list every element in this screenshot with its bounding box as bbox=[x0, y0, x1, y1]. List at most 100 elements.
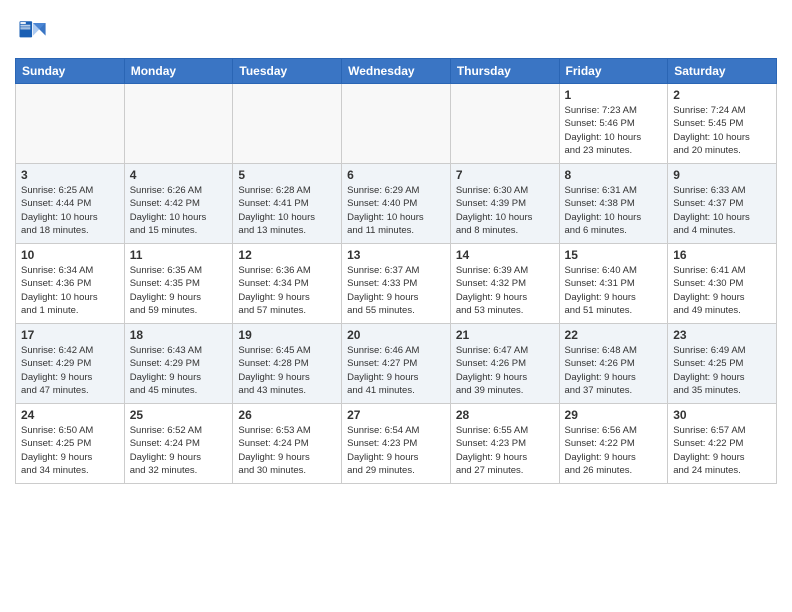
day-number: 8 bbox=[565, 168, 663, 182]
day-number: 15 bbox=[565, 248, 663, 262]
day-number: 13 bbox=[347, 248, 445, 262]
day-info: Sunrise: 6:37 AM Sunset: 4:33 PM Dayligh… bbox=[347, 264, 445, 317]
logo-icon bbox=[15, 14, 51, 50]
calendar-cell: 30 Sunrise: 6:57 AM Sunset: 4:22 PM Dayli… bbox=[668, 404, 777, 484]
day-info: Sunrise: 6:55 AM Sunset: 4:23 PM Dayligh… bbox=[456, 424, 554, 477]
calendar-week-5: 24 Sunrise: 6:50 AM Sunset: 4:25 PM Dayli… bbox=[16, 404, 777, 484]
day-number: 3 bbox=[21, 168, 119, 182]
calendar-cell: 23Sunrise: 6:49 AM Sunset: 4:25 PM Dayli… bbox=[668, 324, 777, 404]
day-info: Sunrise: 6:50 AM Sunset: 4:25 PM Dayligh… bbox=[21, 424, 119, 477]
day-info: Sunrise: 6:56 AM Sunset: 4:22 PM Dayligh… bbox=[565, 424, 663, 477]
day-number: 5 bbox=[238, 168, 336, 182]
day-number: 27 bbox=[347, 408, 445, 422]
day-info: Sunrise: 6:52 AM Sunset: 4:24 PM Dayligh… bbox=[130, 424, 228, 477]
calendar-cell: 26 Sunrise: 6:53 AM Sunset: 4:24 PM Dayli… bbox=[233, 404, 342, 484]
calendar-cell: 15Sunrise: 6:40 AM Sunset: 4:31 PM Dayli… bbox=[559, 244, 668, 324]
calendar-cell: 6 Sunrise: 6:29 AM Sunset: 4:40 PM Daylig… bbox=[342, 164, 451, 244]
day-info: Sunrise: 6:39 AM Sunset: 4:32 PM Dayligh… bbox=[456, 264, 554, 317]
day-number: 12 bbox=[238, 248, 336, 262]
calendar-week-2: 3 Sunrise: 6:25 AM Sunset: 4:44 PM Daylig… bbox=[16, 164, 777, 244]
day-number: 2 bbox=[673, 88, 771, 102]
day-header-thursday: Thursday bbox=[450, 59, 559, 84]
day-number: 24 bbox=[21, 408, 119, 422]
day-info: Sunrise: 6:57 AM Sunset: 4:22 PM Dayligh… bbox=[673, 424, 771, 477]
day-number: 21 bbox=[456, 328, 554, 342]
calendar-cell: 4 Sunrise: 6:26 AM Sunset: 4:42 PM Daylig… bbox=[124, 164, 233, 244]
day-number: 6 bbox=[347, 168, 445, 182]
day-info: Sunrise: 6:33 AM Sunset: 4:37 PM Dayligh… bbox=[673, 184, 771, 237]
calendar-week-4: 17 Sunrise: 6:42 AM Sunset: 4:29 PM Dayli… bbox=[16, 324, 777, 404]
day-info: Sunrise: 6:25 AM Sunset: 4:44 PM Dayligh… bbox=[21, 184, 119, 237]
day-header-wednesday: Wednesday bbox=[342, 59, 451, 84]
day-info: Sunrise: 6:48 AM Sunset: 4:26 PM Dayligh… bbox=[565, 344, 663, 397]
day-header-friday: Friday bbox=[559, 59, 668, 84]
day-number: 16 bbox=[673, 248, 771, 262]
calendar-cell: 5 Sunrise: 6:28 AM Sunset: 4:41 PM Daylig… bbox=[233, 164, 342, 244]
calendar-cell: 24 Sunrise: 6:50 AM Sunset: 4:25 PM Dayli… bbox=[16, 404, 125, 484]
day-info: Sunrise: 6:53 AM Sunset: 4:24 PM Dayligh… bbox=[238, 424, 336, 477]
calendar-cell: 29Sunrise: 6:56 AM Sunset: 4:22 PM Dayli… bbox=[559, 404, 668, 484]
day-number: 22 bbox=[565, 328, 663, 342]
day-header-tuesday: Tuesday bbox=[233, 59, 342, 84]
day-number: 26 bbox=[238, 408, 336, 422]
day-info: Sunrise: 6:43 AM Sunset: 4:29 PM Dayligh… bbox=[130, 344, 228, 397]
calendar-cell: 3 Sunrise: 6:25 AM Sunset: 4:44 PM Daylig… bbox=[16, 164, 125, 244]
day-info: Sunrise: 6:41 AM Sunset: 4:30 PM Dayligh… bbox=[673, 264, 771, 317]
calendar-cell bbox=[342, 84, 451, 164]
day-info: Sunrise: 7:24 AM Sunset: 5:45 PM Dayligh… bbox=[673, 104, 771, 157]
day-info: Sunrise: 6:36 AM Sunset: 4:34 PM Dayligh… bbox=[238, 264, 336, 317]
day-info: Sunrise: 6:30 AM Sunset: 4:39 PM Dayligh… bbox=[456, 184, 554, 237]
calendar-cell: 11Sunrise: 6:35 AM Sunset: 4:35 PM Dayli… bbox=[124, 244, 233, 324]
calendar-cell: 17 Sunrise: 6:42 AM Sunset: 4:29 PM Dayli… bbox=[16, 324, 125, 404]
day-number: 20 bbox=[347, 328, 445, 342]
day-info: Sunrise: 6:28 AM Sunset: 4:41 PM Dayligh… bbox=[238, 184, 336, 237]
day-number: 17 bbox=[21, 328, 119, 342]
day-number: 14 bbox=[456, 248, 554, 262]
calendar-cell: 10 Sunrise: 6:34 AM Sunset: 4:36 PM Dayli… bbox=[16, 244, 125, 324]
day-header-sunday: Sunday bbox=[16, 59, 125, 84]
calendar-cell: 1 Sunrise: 7:23 AM Sunset: 5:46 PM Daylig… bbox=[559, 84, 668, 164]
logo bbox=[15, 14, 55, 50]
day-info: Sunrise: 6:26 AM Sunset: 4:42 PM Dayligh… bbox=[130, 184, 228, 237]
day-info: Sunrise: 7:23 AM Sunset: 5:46 PM Dayligh… bbox=[565, 104, 663, 157]
day-number: 28 bbox=[456, 408, 554, 422]
calendar-cell: 9 Sunrise: 6:33 AM Sunset: 4:37 PM Daylig… bbox=[668, 164, 777, 244]
day-number: 10 bbox=[21, 248, 119, 262]
day-number: 30 bbox=[673, 408, 771, 422]
calendar-cell bbox=[450, 84, 559, 164]
day-info: Sunrise: 6:42 AM Sunset: 4:29 PM Dayligh… bbox=[21, 344, 119, 397]
calendar-cell: 13 Sunrise: 6:37 AM Sunset: 4:33 PM Dayli… bbox=[342, 244, 451, 324]
calendar-header-row: SundayMondayTuesdayWednesdayThursdayFrid… bbox=[16, 59, 777, 84]
day-info: Sunrise: 6:34 AM Sunset: 4:36 PM Dayligh… bbox=[21, 264, 119, 317]
calendar-cell: 21 Sunrise: 6:47 AM Sunset: 4:26 PM Dayli… bbox=[450, 324, 559, 404]
day-info: Sunrise: 6:47 AM Sunset: 4:26 PM Dayligh… bbox=[456, 344, 554, 397]
calendar-week-3: 10 Sunrise: 6:34 AM Sunset: 4:36 PM Dayli… bbox=[16, 244, 777, 324]
day-number: 4 bbox=[130, 168, 228, 182]
day-info: Sunrise: 6:29 AM Sunset: 4:40 PM Dayligh… bbox=[347, 184, 445, 237]
calendar-cell: 16 Sunrise: 6:41 AM Sunset: 4:30 PM Dayli… bbox=[668, 244, 777, 324]
day-number: 9 bbox=[673, 168, 771, 182]
calendar-cell: 20 Sunrise: 6:46 AM Sunset: 4:27 PM Dayli… bbox=[342, 324, 451, 404]
calendar-cell: 8Sunrise: 6:31 AM Sunset: 4:38 PM Daylig… bbox=[559, 164, 668, 244]
day-info: Sunrise: 6:54 AM Sunset: 4:23 PM Dayligh… bbox=[347, 424, 445, 477]
calendar-cell: 18Sunrise: 6:43 AM Sunset: 4:29 PM Dayli… bbox=[124, 324, 233, 404]
day-number: 1 bbox=[565, 88, 663, 102]
calendar-cell: 27 Sunrise: 6:54 AM Sunset: 4:23 PM Dayli… bbox=[342, 404, 451, 484]
calendar-cell: 7 Sunrise: 6:30 AM Sunset: 4:39 PM Daylig… bbox=[450, 164, 559, 244]
calendar-cell: 12 Sunrise: 6:36 AM Sunset: 4:34 PM Dayli… bbox=[233, 244, 342, 324]
day-info: Sunrise: 6:46 AM Sunset: 4:27 PM Dayligh… bbox=[347, 344, 445, 397]
day-info: Sunrise: 6:45 AM Sunset: 4:28 PM Dayligh… bbox=[238, 344, 336, 397]
day-number: 23 bbox=[673, 328, 771, 342]
calendar-cell: 28 Sunrise: 6:55 AM Sunset: 4:23 PM Dayli… bbox=[450, 404, 559, 484]
calendar-cell bbox=[233, 84, 342, 164]
calendar-cell: 19 Sunrise: 6:45 AM Sunset: 4:28 PM Dayli… bbox=[233, 324, 342, 404]
calendar-week-1: 1 Sunrise: 7:23 AM Sunset: 5:46 PM Daylig… bbox=[16, 84, 777, 164]
day-number: 19 bbox=[238, 328, 336, 342]
day-header-saturday: Saturday bbox=[668, 59, 777, 84]
calendar-cell: 2 Sunrise: 7:24 AM Sunset: 5:45 PM Daylig… bbox=[668, 84, 777, 164]
day-number: 7 bbox=[456, 168, 554, 182]
calendar-cell bbox=[16, 84, 125, 164]
calendar-cell: 14 Sunrise: 6:39 AM Sunset: 4:32 PM Dayli… bbox=[450, 244, 559, 324]
calendar-table: SundayMondayTuesdayWednesdayThursdayFrid… bbox=[15, 58, 777, 484]
calendar-cell: 25Sunrise: 6:52 AM Sunset: 4:24 PM Dayli… bbox=[124, 404, 233, 484]
